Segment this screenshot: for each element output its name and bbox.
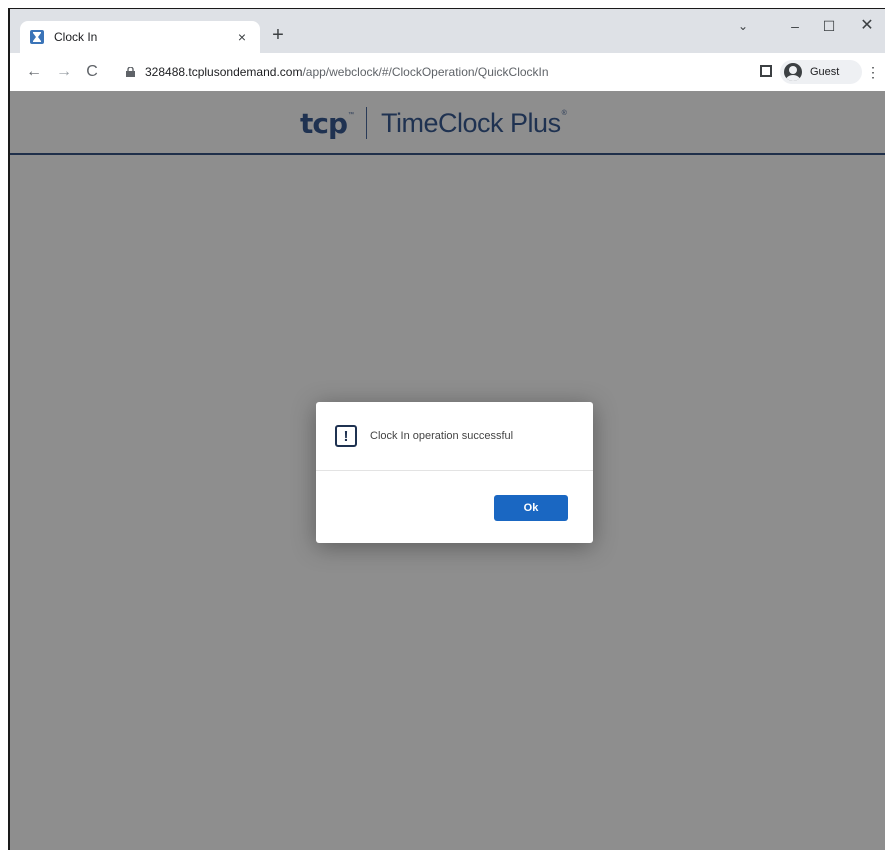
back-arrow-icon[interactable]: ← — [24, 62, 44, 82]
hourglass-icon — [30, 30, 44, 44]
dialog-message: Clock In operation successful — [370, 430, 514, 442]
reload-icon[interactable]: C — [82, 62, 102, 82]
url-path: /app/webclock/#/ClockOperation/QuickCloc… — [302, 65, 549, 79]
profile-button[interactable]: Guest — [780, 60, 862, 84]
tab-title: Clock In — [54, 30, 98, 44]
profile-label: Guest — [810, 66, 840, 78]
success-dialog: ! Clock In operation successful Ok — [316, 402, 593, 543]
close-window-icon[interactable]: ✕ — [852, 17, 882, 35]
dialog-footer: Ok — [316, 471, 593, 542]
maximize-icon[interactable]: ☐ — [814, 17, 844, 35]
timeclock-plus-logo: tcp ™ TimeClock Plus ® — [300, 103, 567, 143]
new-tab-icon[interactable]: + — [266, 24, 290, 48]
logo-mark: tcp — [300, 106, 348, 140]
minimize-icon[interactable]: – — [780, 17, 810, 35]
browser-toolbar: ← → C 328488.tcplusondemand.com/app/webc… — [10, 53, 885, 91]
forward-arrow-icon[interactable]: → — [54, 62, 74, 82]
tab-search-icon[interactable]: ⌄ — [728, 17, 758, 35]
url-text: 328488.tcplusondemand.com/app/webclock/#… — [145, 65, 549, 79]
logo-trademark: ™ — [348, 112, 355, 118]
dialog-body: ! Clock In operation successful — [316, 402, 593, 471]
logo-registered: ® — [561, 109, 567, 117]
tab-close-icon[interactable]: × — [234, 29, 250, 45]
avatar-icon — [784, 63, 802, 81]
kebab-menu-icon[interactable]: ⋮ — [866, 63, 880, 81]
tab-clock-in[interactable]: Clock In × — [20, 21, 260, 53]
logo-divider — [366, 107, 368, 139]
address-bar[interactable]: 328488.tcplusondemand.com/app/webclock/#… — [114, 58, 734, 86]
ok-button[interactable]: Ok — [494, 495, 568, 521]
app-header: tcp ™ TimeClock Plus ® — [10, 91, 885, 155]
lock-icon — [126, 67, 135, 77]
browser-window: Clock In × + ⌄ – ☐ ✕ ← → C 328488.tcplus… — [8, 8, 885, 850]
url-host: 328488.tcplusondemand.com — [145, 65, 303, 79]
side-panel-icon[interactable] — [760, 65, 772, 77]
logo-text: TimeClock Plus — [381, 107, 561, 138]
tab-strip: Clock In × + ⌄ – ☐ ✕ — [10, 9, 885, 53]
exclamation-icon: ! — [335, 425, 357, 447]
